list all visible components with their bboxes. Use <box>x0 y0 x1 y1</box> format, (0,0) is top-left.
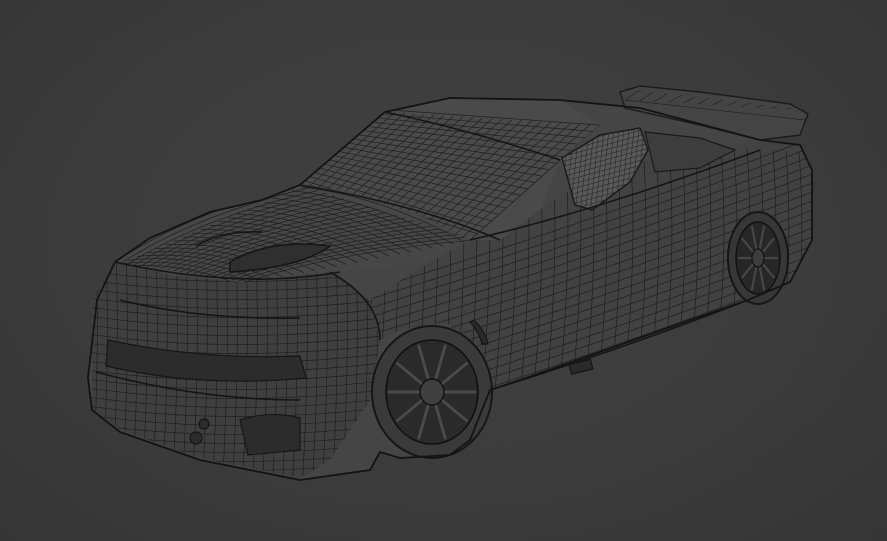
front-wheel <box>371 325 493 459</box>
mesh-edge <box>92 476 380 478</box>
mesh-edge <box>80 486 390 498</box>
rear-wheel <box>727 211 789 305</box>
wireframe-car-model <box>80 85 813 498</box>
3d-viewport[interactable] <box>0 0 887 541</box>
mesh-edge <box>82 250 87 490</box>
